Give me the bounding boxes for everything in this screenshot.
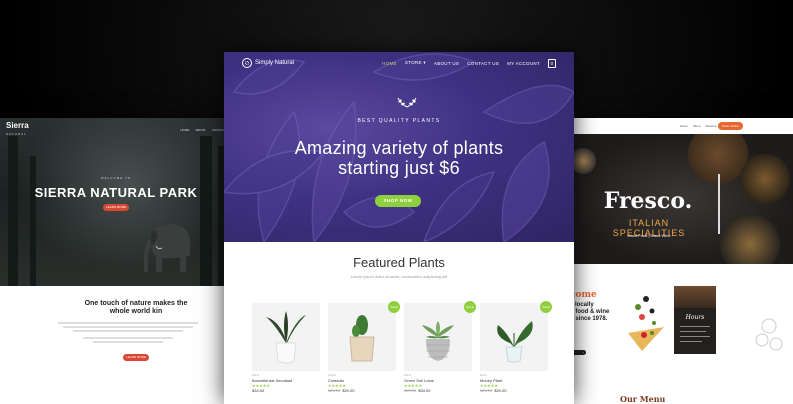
product-category: Plants [404,374,411,377]
sierra-hero: Sierra NATURAL HOME ABOUT CONTACT WELCOM… [0,118,232,286]
sierra-logo[interactable]: Sierra NATURAL [6,122,29,138]
chevron-down-icon: ▾ [423,60,426,65]
spice-bowl-image [740,154,790,204]
pizza-slice-image [628,296,664,351]
sierra-nav-home[interactable]: HOME [180,128,189,132]
sierra-nav: Sierra NATURAL HOME ABOUT CONTACT [6,122,226,138]
fresco-site-preview[interactable]: Home Menu Reserve Blog Contact Order Onl… [570,118,793,404]
product-card[interactable]: SALE Plants Green Soil Lotus ★★★★★ $25.0… [404,301,476,393]
sierra-heading: One touch of nature makes the whole worl… [84,300,188,315]
sierra-body: One touch of nature makes the whole worl… [0,286,232,363]
tree-silhouette [200,136,212,286]
hours-line [680,331,706,332]
fresco-nav-menu[interactable]: Menu [693,124,701,128]
tree-silhouette [8,136,18,286]
text-placeholder [73,330,183,332]
succulent-pot-image [422,321,454,361]
featured-heading: Featured Plants [353,255,445,270]
text-placeholder [83,337,173,339]
fresco-tagline: Good Food | Good Wine [627,233,671,238]
fresco-welcome-text: e locally d food & wine g since 1978. [570,302,610,322]
hours-card: Hours [674,286,716,354]
people-photo [674,286,716,308]
showcase-stage: Sierra NATURAL HOME ABOUT CONTACT WELCOM… [0,0,793,404]
simply-natural-hero: Simply Natural HOME STORE ▾ ABOUT US CON… [224,52,574,242]
elephant-image [144,224,190,272]
text-placeholder [63,326,193,328]
fresco-welcome-heading: come [570,290,597,300]
fresco-hero: Fresco. ITALIAN SPECIALITIES Good Food |… [570,134,793,264]
product-grid: Plants Boncellensis Secullant ★★★★★ $34.… [252,301,552,393]
text-placeholder [58,322,198,324]
order-online-button[interactable]: Order Online [717,122,743,130]
money-plant-image [497,321,533,363]
fresco-title: Fresco. [603,188,693,214]
sierra-title: SIERRA NATURAL PARK [34,185,198,200]
cactus-pot-image [349,315,375,362]
hero-kicker: BEST QUALITY PLANTS [357,118,441,124]
laurel-icon [397,97,417,108]
product-category: Cactus [328,374,336,377]
nav-home[interactable]: HOME [382,61,397,66]
sierra-learn-more-button[interactable]: LEARN MORE [103,204,129,211]
simply-natural-nav: Simply Natural HOME STORE ▾ ABOUT US CON… [242,58,556,68]
nav-contact-us[interactable]: CONTACT US [467,61,499,66]
fresco-nav-reserve[interactable]: Reserve [705,124,716,128]
sierra-nav-about[interactable]: ABOUT [195,128,205,132]
product-price: $25.00 $34.00 [404,388,431,393]
product-card[interactable]: SALE Plants Money Plant ★★★★★ $25.00 $20.… [480,301,552,393]
product-category: Plants [252,374,259,377]
spice-bowl-image [720,214,780,264]
simply-natural-logo[interactable]: Simply Natural [242,58,294,68]
fresco-nav-home[interactable]: Home [680,124,688,128]
cart-icon[interactable]: 0 [548,58,556,68]
knife-image [718,174,720,234]
sierra-site-preview[interactable]: Sierra NATURAL HOME ABOUT CONTACT WELCOM… [0,118,232,404]
hours-label: Hours [685,314,705,321]
nav-about-us[interactable]: ABOUT US [434,61,459,66]
featured-subtitle: Lorem ipsum dolor sit amet, consectetur … [350,274,448,279]
product-card[interactable]: Plants Boncellensis Secullant ★★★★★ $34.… [252,303,320,393]
hours-line [680,336,710,337]
shop-now-button[interactable]: SHOP NOW [375,195,421,207]
hours-line [680,326,710,327]
nav-store[interactable]: STORE ▾ [405,60,426,66]
product-card[interactable]: SALE Cactus Crassula ★★★★★ $25.00 $20.00 [328,301,400,393]
fresco-nav: Home Menu Reserve Blog Contact Order Onl… [570,118,793,134]
sierra-learn-more-button-2[interactable]: LEARN MORE [123,354,149,361]
product-price: $34.00 [252,388,265,393]
logo-mark-icon [242,58,252,68]
our-menu-heading: Our Menu [620,394,666,404]
plant-pot-image [266,311,306,364]
hours-line [680,341,702,342]
product-price: $25.00 $20.00 [328,388,355,393]
nav-my-account[interactable]: MY ACCOUNT [507,61,540,66]
sierra-kicker: WELCOME TO [100,176,132,180]
product-price: $25.00 $20.00 [480,388,507,393]
hero-title: Amazing variety of plants starting just … [294,138,504,178]
simply-natural-site-preview[interactable]: Simply Natural HOME STORE ▾ ABOUT US CON… [224,52,574,404]
text-placeholder [93,341,163,343]
decorative-flower-icon [755,318,783,351]
product-category: Plants [480,374,487,377]
